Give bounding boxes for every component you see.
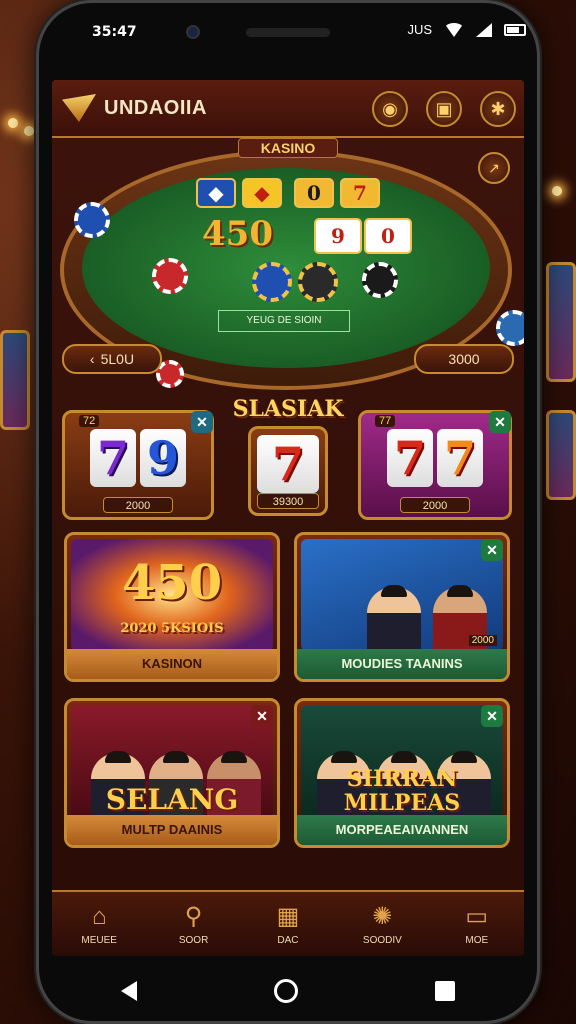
chest-icon[interactable]: ▣	[426, 91, 462, 127]
ambient-light	[24, 126, 34, 136]
game-tile[interactable]: ✕ 2000 MOUDIES TAANINS	[294, 532, 510, 682]
close-icon[interactable]: ✕	[481, 539, 503, 561]
recents-icon[interactable]	[435, 981, 456, 1001]
nav-item-more[interactable]: ▭ MOE	[437, 903, 517, 946]
slot-amount: 2000	[400, 497, 470, 513]
slot-amount: 2000	[103, 497, 173, 513]
status-icons: JUS	[407, 22, 526, 37]
home-icon: ⌂	[91, 902, 107, 930]
coins-icon[interactable]: ◉	[372, 91, 408, 127]
slot-reels: 7	[253, 435, 323, 493]
slots-section-title: SLASIAK	[232, 396, 344, 422]
nav-label: MOE	[465, 934, 489, 946]
slot-reels: 7 9	[71, 429, 205, 487]
coin-icon: ✺	[372, 902, 393, 930]
poker-chip-icon	[496, 310, 524, 346]
bet-right-value: 3000	[448, 351, 480, 367]
close-icon[interactable]: ✕	[489, 411, 511, 433]
chevron-left-icon: ‹	[89, 351, 95, 367]
game-tile[interactable]: 450 2020 5KSIOIS KASINON	[64, 532, 280, 682]
close-icon[interactable]: ✕	[191, 411, 213, 433]
slot-machine-card[interactable]: 77 ✕ 7 7 2000	[358, 410, 512, 520]
slot-machine-card[interactable]: 7 39300	[248, 426, 328, 516]
app-title: UNDAOIIA	[104, 96, 207, 119]
more-icon: ▭	[465, 902, 489, 930]
reel-symbol: 9	[140, 429, 186, 487]
table-hint: YEUG DE SIOIN	[218, 310, 350, 332]
table-center-number: 450	[202, 214, 273, 254]
nav-label: SOODIV	[362, 934, 402, 946]
game-tile[interactable]: ✕ SHRRAN MILPEAS MORPEAEAIVANNEN	[294, 698, 510, 848]
bottom-navigation: ⌂ MEUEE ⚲ SOOR ▦ DAC ✺ SOODIV ▭ MOE	[52, 890, 524, 956]
nav-label: SOOR	[178, 934, 209, 946]
table-card: 0	[364, 218, 412, 254]
wifi-icon	[444, 22, 464, 37]
poker-chip-icon	[252, 262, 292, 302]
poker-chip-icon	[298, 262, 338, 302]
expand-icon[interactable]: ↗	[478, 152, 510, 184]
background-slot-machine	[0, 330, 30, 430]
background-slot-machine	[546, 410, 576, 500]
games-icon: ▦	[276, 902, 300, 930]
bet-right-button[interactable]: 3000	[414, 344, 514, 374]
battery-icon	[504, 23, 526, 36]
system-navigation	[52, 966, 524, 1016]
table-card: ◆	[196, 178, 236, 208]
front-camera	[186, 25, 200, 39]
table-card: 9	[314, 218, 362, 254]
nav-item-coins[interactable]: ✺ SOODIV	[342, 903, 422, 946]
nav-item-games[interactable]: ▦ DAC	[248, 903, 328, 946]
background-slot-machine	[546, 262, 576, 382]
ambient-light	[552, 186, 562, 196]
slot-top-label: 77	[375, 415, 396, 427]
search-icon: ⚲	[184, 902, 203, 930]
reel-symbol: 7	[90, 429, 136, 487]
bet-left-value: 5L0U	[100, 351, 135, 367]
poker-chip-icon	[152, 258, 188, 294]
reel-symbol: 7	[387, 429, 433, 487]
close-icon[interactable]: ✕	[251, 705, 273, 727]
app-header: UNDAOIIA ◉ ▣ ✱	[52, 80, 524, 138]
poker-chip-icon	[74, 202, 110, 238]
nav-item-search[interactable]: ⚲ SOOR	[154, 903, 234, 946]
home-button-icon[interactable]	[273, 979, 298, 1003]
close-icon[interactable]: ✕	[481, 705, 503, 727]
slot-reels: 7 7	[367, 429, 503, 487]
nav-label: MEUEE	[81, 934, 117, 946]
featured-table[interactable]: KASINO ◆ ◆ 0 7 450 9 0 YEUG DE SIOIN ‹ 5…	[52, 138, 524, 400]
table-card: 0	[294, 178, 334, 208]
nav-item-home[interactable]: ⌂ MEUEE	[59, 903, 139, 946]
table-label: KASINO	[238, 138, 338, 158]
app-logo-icon	[62, 94, 96, 122]
tile-subline: 2020 5KSIOIS	[120, 621, 224, 636]
tile-subline: 2000	[468, 635, 497, 646]
reel-symbol: 7	[257, 435, 319, 493]
reel-symbol: 7	[437, 429, 483, 487]
network-label: JUS	[407, 22, 432, 37]
tile-headline: 450	[121, 555, 223, 611]
slot-amount: 39300	[257, 493, 319, 509]
tile-headline: SHRRAN MILPEAS	[343, 766, 461, 816]
back-icon[interactable]	[120, 981, 137, 1001]
poker-chip-icon	[362, 262, 398, 298]
table-card: 7	[340, 178, 380, 208]
tile-label: MORPEAEAIVANNEN	[297, 815, 507, 845]
signal-icon	[476, 22, 492, 37]
slot-top-label: 72	[79, 415, 100, 427]
nav-label: DAC	[277, 934, 299, 946]
status-time: 35:47	[92, 24, 137, 40]
tile-headline: SELANG	[105, 783, 239, 816]
tile-label: MOUDIES TAANINS	[297, 649, 507, 679]
slot-machine-card[interactable]: 72 ✕ 7 9 2000	[62, 410, 214, 520]
bet-left-button[interactable]: ‹ 5L0U	[62, 344, 162, 374]
earpiece-speaker	[246, 28, 330, 37]
ambient-light	[8, 118, 18, 128]
table-card: ◆	[242, 178, 282, 208]
app-screen: UNDAOIIA ◉ ▣ ✱ KASINO ◆ ◆ 0 7 450 9 0 YE…	[52, 80, 524, 956]
tile-label: MULTP DAAINIS	[67, 815, 277, 845]
game-tile[interactable]: ✕ SELANG MULTP DAAINIS	[64, 698, 280, 848]
settings-icon[interactable]: ✱	[480, 91, 516, 127]
tile-label: KASINON	[67, 649, 277, 679]
